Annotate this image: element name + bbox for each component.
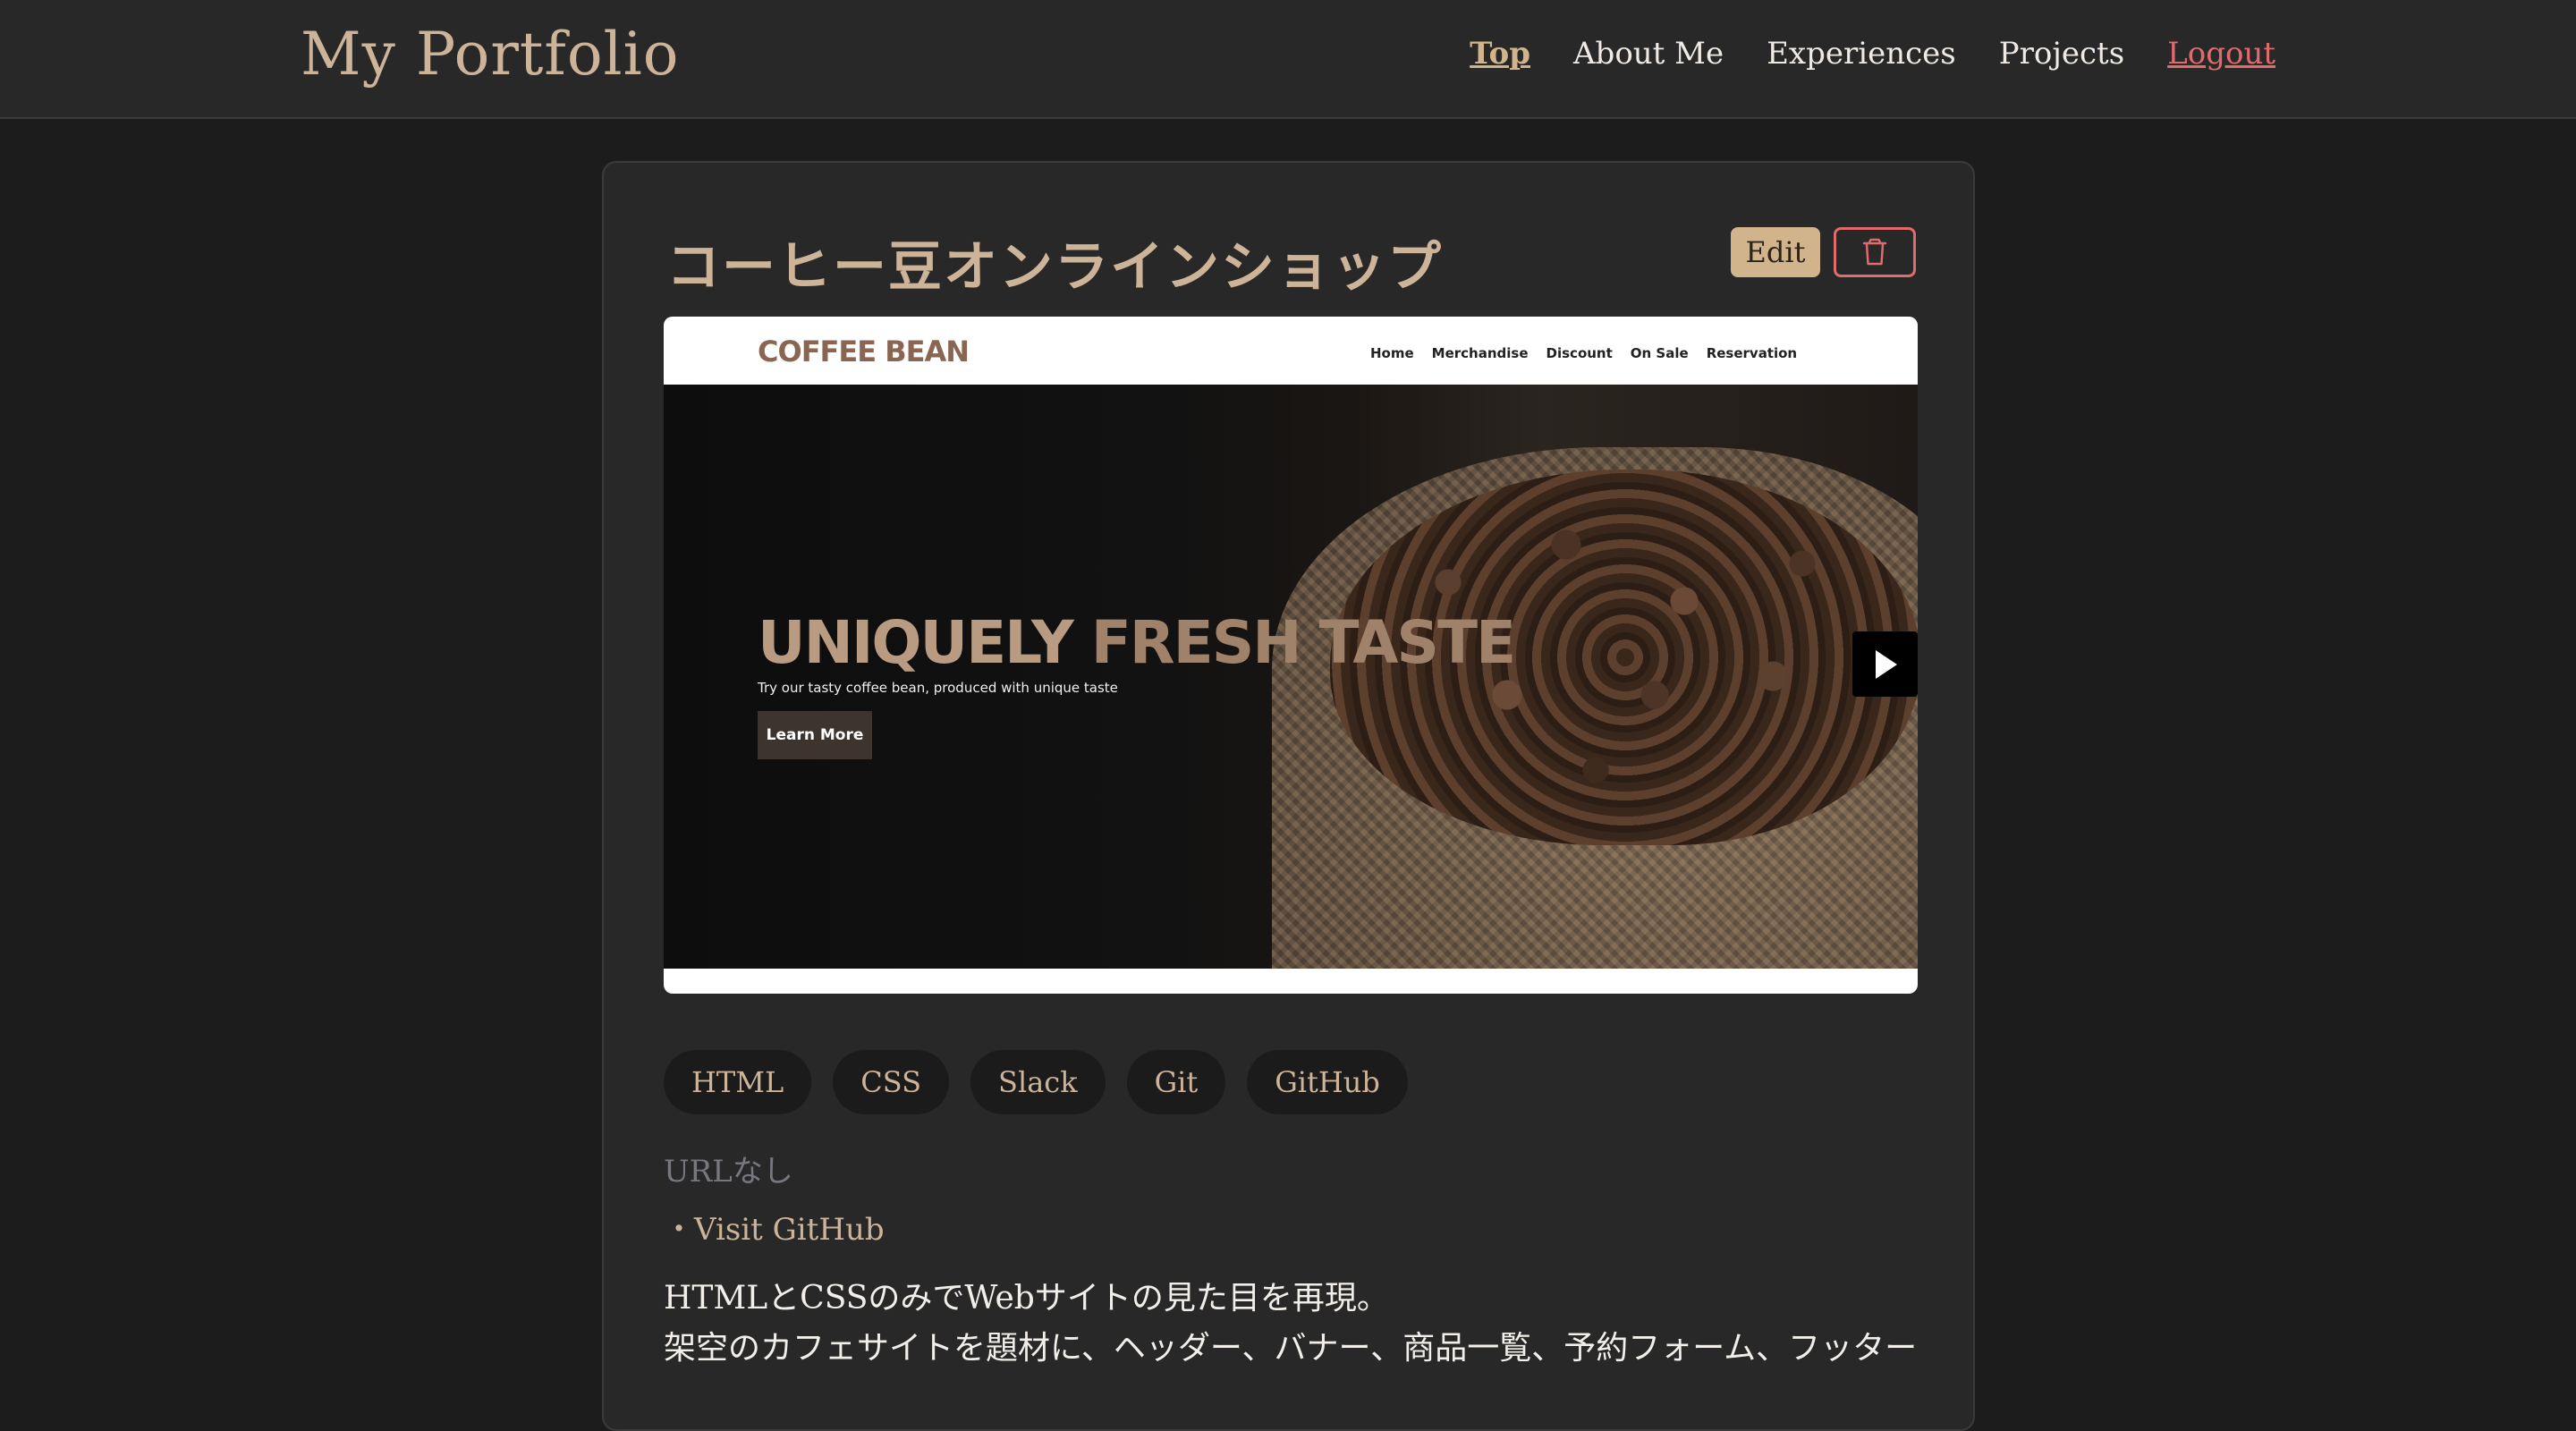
preview-link-reservation: Reservation <box>1706 345 1798 361</box>
main-nav: Top About Me Experiences Projects Logout <box>1470 36 2275 72</box>
nav-about-me[interactable]: About Me <box>1573 36 1724 72</box>
play-icon <box>1875 649 1897 679</box>
preview-headline-part1: UNIQUELY <box>758 608 1091 677</box>
visit-github-link[interactable]: ・Visit GitHub <box>664 1205 885 1249</box>
preview-link-on-sale: On Sale <box>1630 345 1689 361</box>
tag-html: HTML <box>664 1050 812 1114</box>
tag-git: Git <box>1126 1050 1226 1114</box>
tag-github: GitHub <box>1247 1050 1408 1114</box>
description-line-1: HTMLとCSSのみでWebサイトの見た目を再現。 <box>664 1280 1389 1317</box>
nav-experiences[interactable]: Experiences <box>1767 36 1956 72</box>
tag-css: CSS <box>833 1050 950 1114</box>
preview-nav-links: Home Merchandise Discount On Sale Reserv… <box>1370 345 1797 361</box>
preview-subtext: Try our tasty coffee bean, produced with… <box>758 680 1118 696</box>
preview-link-merchandise: Merchandise <box>1431 345 1529 361</box>
description-line-2: 架空のカフェサイトを題材に、ヘッダー、バナー、商品一覧、予約フォーム、フッター <box>664 1330 1918 1367</box>
tag-slack: Slack <box>970 1050 1106 1114</box>
carousel-next-button[interactable] <box>1852 631 1918 697</box>
preview-headline: UNIQUELY FRESH TASTE <box>758 608 1516 677</box>
project-card: コーヒー豆オンラインショップ Edit COFFEE BEAN Home Mer… <box>602 161 1975 1431</box>
preview-link-discount: Discount <box>1546 345 1613 361</box>
trash-icon <box>1862 238 1887 266</box>
project-description: HTMLとCSSのみでWebサイトの見た目を再現。 架空のカフェサイトを題材に、… <box>664 1274 1934 1374</box>
project-title: コーヒー豆オンラインショップ <box>666 236 1443 299</box>
nav-projects[interactable]: Projects <box>1999 36 2124 72</box>
site-brand[interactable]: My Portfolio <box>301 20 680 89</box>
preview-logo: COFFEE BEAN <box>758 334 970 368</box>
preview-navbar: COFFEE BEAN Home Merchandise Discount On… <box>664 317 1918 385</box>
delete-button[interactable] <box>1834 227 1916 277</box>
nav-logout[interactable]: Logout <box>2167 36 2275 72</box>
preview-link-home: Home <box>1370 345 1414 361</box>
edit-button[interactable]: Edit <box>1731 227 1820 277</box>
top-header: My Portfolio Top About Me Experiences Pr… <box>0 0 2576 119</box>
url-status: URLなし <box>664 1154 793 1190</box>
project-preview-image[interactable]: COFFEE BEAN Home Merchandise Discount On… <box>664 317 1918 994</box>
nav-top[interactable]: Top <box>1470 36 1530 72</box>
preview-headline-part2: FRESH TASTE <box>1090 608 1516 677</box>
preview-hero: UNIQUELY FRESH TASTE Try our tasty coffe… <box>664 385 1918 969</box>
preview-learn-more-button: Learn More <box>758 711 872 759</box>
tech-tags: HTML CSS Slack Git GitHub <box>664 1050 1408 1114</box>
